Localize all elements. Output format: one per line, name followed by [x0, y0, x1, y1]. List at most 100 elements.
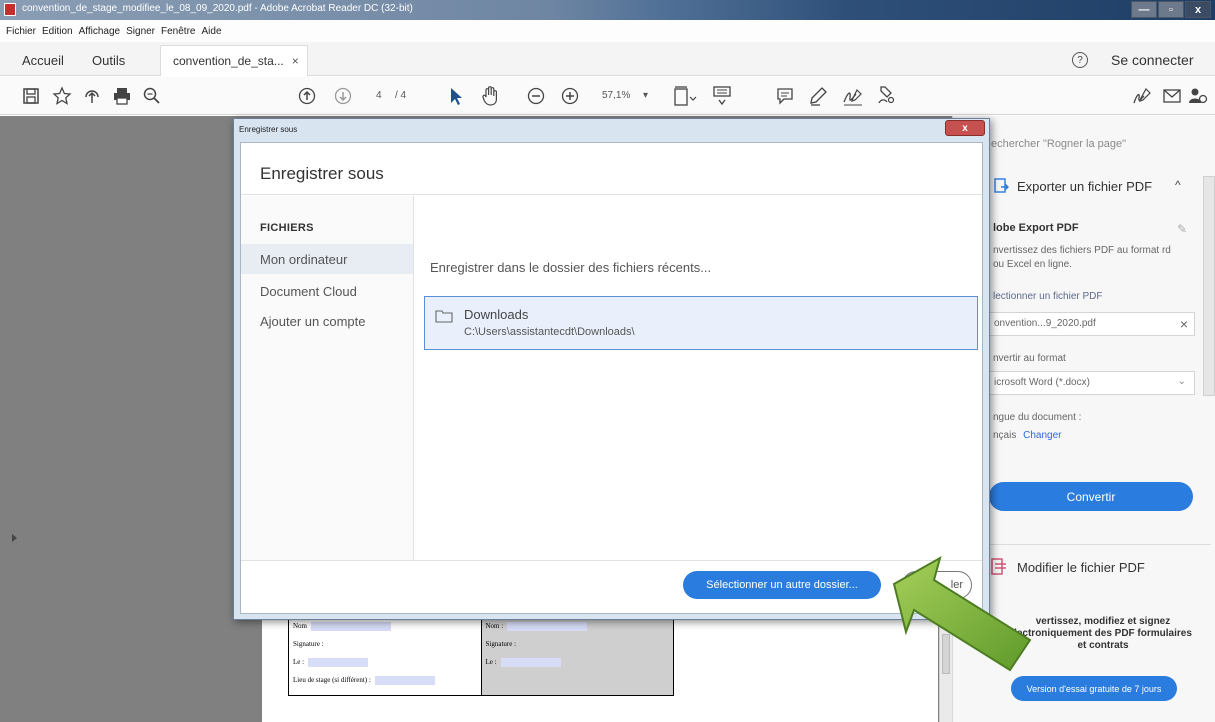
- print-icon[interactable]: [112, 85, 132, 107]
- toolbar: 4 / 4 57,1% ▾: [0, 77, 1215, 115]
- tab-bar: Accueil Outils convention_de_sta... × ? …: [0, 42, 1215, 76]
- zoom-in-icon[interactable]: [560, 85, 580, 107]
- current-page-field[interactable]: 4: [376, 90, 382, 101]
- email-icon[interactable]: [1162, 85, 1182, 107]
- dialog-sidebar: FICHIERS Mon ordinateur Document Cloud A…: [241, 196, 414, 560]
- export-description: nvertissez des fichiers PDF au format rd…: [993, 245, 1171, 270]
- menu-aide[interactable]: Aide: [201, 26, 221, 37]
- window-title: convention_de_stage_modifiee_le_08_09_20…: [22, 3, 413, 14]
- close-window-button[interactable]: x: [1185, 1, 1211, 18]
- menu-edition[interactable]: Edition: [42, 26, 73, 37]
- format-value: icrosoft Word (*.docx): [994, 377, 1090, 388]
- adobe-export-heading: lobe Export PDF: [993, 222, 1079, 234]
- tools-pane-scrollbar[interactable]: [1203, 176, 1215, 396]
- left-panel-toggle-icon[interactable]: [12, 534, 17, 542]
- dialog-heading: Enregistrer sous: [260, 164, 384, 183]
- folder-path: C:\Users\assistantecdt\Downloads\: [464, 326, 635, 338]
- collapse-chevron-icon[interactable]: ^: [1175, 178, 1181, 192]
- add-user-icon[interactable]: [1188, 85, 1208, 107]
- maximize-button[interactable]: ▫: [1158, 1, 1184, 18]
- tab-home[interactable]: Accueil: [22, 53, 64, 68]
- menu-fichier[interactable]: Fichier: [6, 26, 36, 37]
- signature-cell-left: Nom Signature : Le : Lieu de stage (si d…: [289, 619, 482, 695]
- zoom-caret-icon[interactable]: ▾: [643, 90, 648, 101]
- close-tab-icon[interactable]: ×: [292, 54, 299, 68]
- change-language-link[interactable]: Changer: [1023, 430, 1061, 441]
- window-title-bar: convention_de_stage_modifiee_le_08_09_20…: [0, 0, 1215, 20]
- select-file-label: lectionner un fichier PDF: [993, 291, 1103, 302]
- location-document-cloud[interactable]: Document Cloud: [241, 276, 413, 306]
- fill-sign-icon[interactable]: [1132, 85, 1154, 107]
- menu-fenetre[interactable]: Fenêtre: [161, 26, 195, 37]
- zoom-level-select[interactable]: 57,1%: [602, 90, 630, 101]
- document-tab-label: convention_de_sta...: [173, 54, 284, 68]
- sign-in-link[interactable]: Se connecter: [1111, 52, 1194, 68]
- stamp-icon[interactable]: [876, 85, 896, 107]
- folder-icon: [435, 310, 453, 323]
- help-icon[interactable]: ?: [1072, 52, 1088, 68]
- chevron-down-icon: ⌄: [1177, 376, 1186, 387]
- next-page-icon[interactable]: [333, 85, 353, 107]
- form-field-highlight: [374, 676, 435, 685]
- dialog-close-button[interactable]: x: [945, 120, 985, 136]
- window-controls: — ▫ x: [1131, 1, 1211, 18]
- divider: [983, 544, 1211, 545]
- folder-name: Downloads: [464, 307, 529, 322]
- left-date-label: Le :: [293, 658, 305, 666]
- signature-cell-right: Nom : Signature : Le :: [481, 619, 673, 695]
- signature-icon[interactable]: [842, 85, 864, 107]
- page-fit-icon[interactable]: [673, 85, 697, 107]
- dialog-window-title: Enregistrer sous: [239, 125, 298, 134]
- menu-bar: Fichier Edition Affichage Signer Fenêtre…: [0, 20, 1215, 42]
- tools-search-input[interactable]: echercher "Rogner la page": [991, 138, 1169, 154]
- select-cursor-icon[interactable]: [448, 85, 464, 107]
- acrobat-icon: [4, 3, 16, 16]
- form-field-highlight: [507, 622, 588, 631]
- format-select[interactable]: icrosoft Word (*.docx) ⌄: [989, 371, 1195, 395]
- recent-folders-label: Enregistrer dans le dossier des fichiers…: [430, 260, 712, 275]
- add-account-link[interactable]: Ajouter un compte: [241, 306, 413, 336]
- hand-tool-icon[interactable]: [480, 85, 500, 107]
- clear-file-icon[interactable]: ×: [1180, 316, 1188, 332]
- scroll-mode-icon[interactable]: [712, 85, 732, 107]
- tab-document[interactable]: convention_de_sta... ×: [160, 45, 308, 76]
- form-field-highlight: [500, 658, 561, 667]
- export-pdf-title[interactable]: Exporter un fichier PDF: [1017, 179, 1152, 194]
- search-icon[interactable]: [142, 85, 162, 107]
- page-total: / 4: [395, 90, 407, 101]
- recent-folder-downloads[interactable]: Downloads C:\Users\assistantecdt\Downloa…: [424, 296, 978, 350]
- select-other-folder-button[interactable]: Sélectionner un autre dossier...: [683, 571, 881, 599]
- form-field-highlight: [308, 658, 369, 667]
- menu-affichage[interactable]: Affichage: [79, 26, 121, 37]
- menu-signer[interactable]: Signer: [126, 26, 155, 37]
- comment-icon[interactable]: [775, 85, 795, 107]
- right-date-label: Le :: [485, 658, 497, 666]
- document-language-label: ngue du document :: [993, 412, 1082, 423]
- zoom-out-icon[interactable]: [526, 85, 546, 107]
- dialog-body: Enregistrer sous FICHIERS Mon ordinateur…: [240, 142, 983, 614]
- convert-button[interactable]: Convertir: [989, 482, 1193, 511]
- signature-table: Nom Signature : Le : Lieu de stage (si d…: [288, 618, 674, 696]
- save-as-dialog: Enregistrer sous x Enregistrer sous FICH…: [233, 118, 990, 620]
- minimize-button[interactable]: —: [1131, 1, 1157, 18]
- selected-file-field[interactable]: onvention...9_2020.pdf ×: [989, 312, 1195, 336]
- form-field-highlight: [311, 622, 391, 631]
- previous-page-icon[interactable]: [297, 85, 317, 107]
- edit-pencil-icon: ✎: [1177, 222, 1188, 236]
- tab-tools[interactable]: Outils: [92, 53, 125, 68]
- right-signature-label: Signature :: [485, 640, 517, 648]
- highlight-pen-icon[interactable]: [808, 85, 828, 107]
- green-arrow-icon: [892, 555, 1032, 672]
- share-upload-icon[interactable]: [82, 85, 102, 107]
- left-place-label: Lieu de stage (si différent) :: [293, 676, 371, 684]
- location-my-computer[interactable]: Mon ordinateur: [241, 244, 413, 274]
- save-icon[interactable]: [22, 85, 40, 107]
- bookmark-star-icon[interactable]: [52, 85, 72, 107]
- selected-file-name: onvention...9_2020.pdf: [994, 318, 1096, 329]
- convert-format-label: nvertir au format: [993, 353, 1066, 364]
- left-signature-label: Signature :: [293, 640, 324, 648]
- dialog-header: Enregistrer sous: [241, 143, 982, 195]
- left-name-label: Nom: [293, 622, 307, 630]
- document-language: nçais Changer: [993, 430, 1062, 441]
- files-section-label: FICHIERS: [260, 222, 314, 234]
